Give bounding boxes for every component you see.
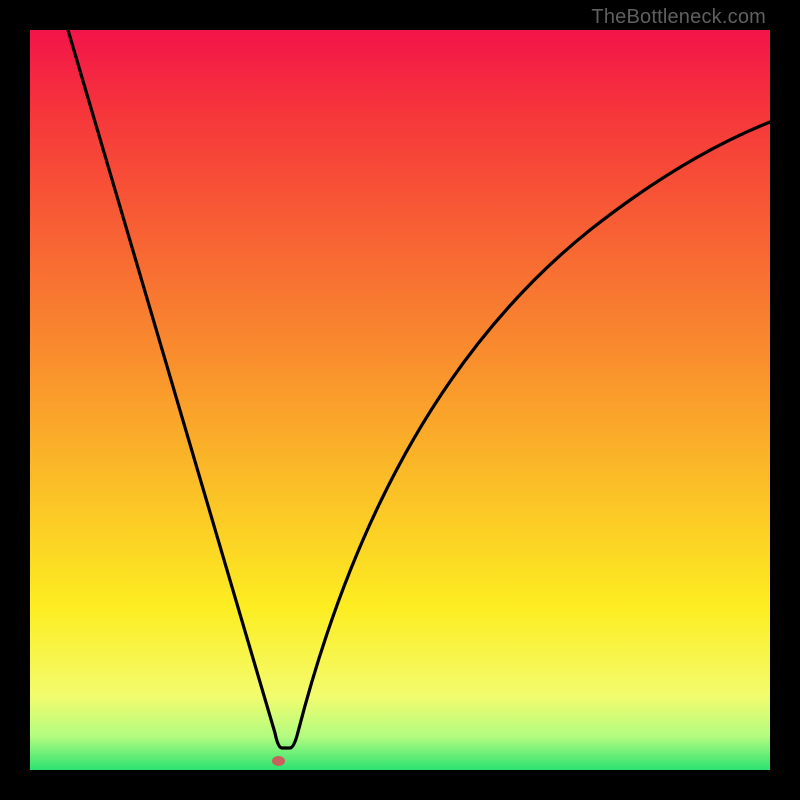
watermark-text: TheBottleneck.com bbox=[591, 6, 766, 29]
chart-background-gradient bbox=[30, 30, 770, 770]
chart-frame bbox=[30, 30, 770, 770]
optimal-point-marker bbox=[272, 756, 285, 766]
gradient-rect bbox=[30, 30, 770, 770]
